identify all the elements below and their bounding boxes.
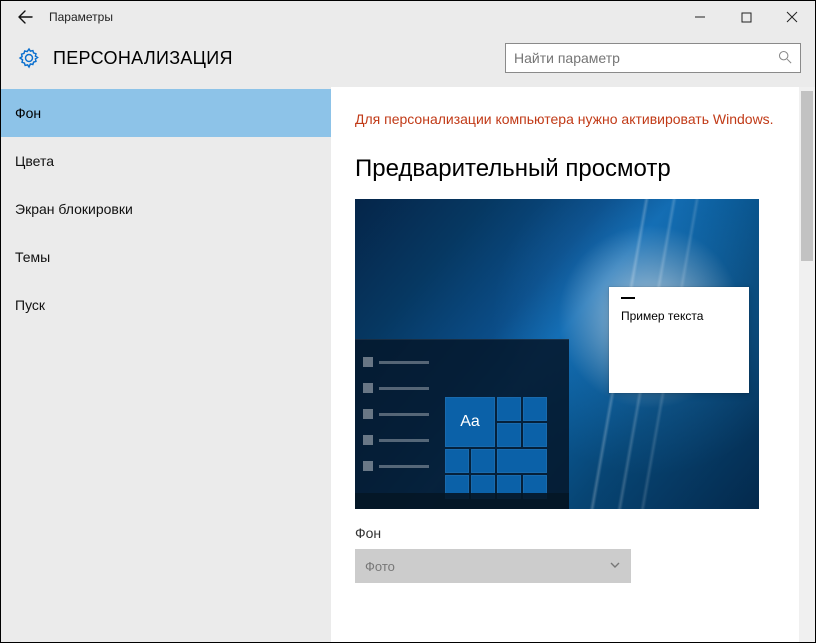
tile: [497, 423, 521, 447]
background-dropdown-value: Фото: [365, 559, 395, 574]
chevron-down-icon: [609, 558, 621, 574]
maximize-icon: [741, 12, 752, 23]
sidebar-item-background[interactable]: Фон: [1, 89, 331, 137]
search-box[interactable]: [505, 43, 801, 73]
titlebar: Параметры: [1, 1, 815, 33]
tile: [523, 423, 547, 447]
tile: [445, 449, 469, 473]
background-label: Фон: [355, 525, 775, 541]
sidebar-item-label: Цвета: [15, 153, 54, 169]
sidebar-item-label: Темы: [15, 249, 50, 265]
sidebar-item-label: Экран блокировки: [15, 201, 133, 217]
minimize-icon: [694, 11, 706, 23]
header: ПЕРСОНАЛИЗАЦИЯ: [1, 33, 815, 87]
tile: [497, 397, 521, 421]
sidebar-item-colors[interactable]: Цвета: [1, 137, 331, 185]
back-button[interactable]: [1, 1, 49, 33]
scrollbar-thumb[interactable]: [801, 91, 813, 261]
tile-aa: Aa: [445, 397, 495, 447]
window-title: Параметры: [49, 10, 113, 24]
close-icon: [786, 11, 798, 23]
scrollbar[interactable]: [799, 87, 815, 642]
tile: [497, 449, 547, 473]
back-arrow-icon: [17, 9, 33, 25]
sidebar-item-start[interactable]: Пуск: [1, 281, 331, 329]
maximize-button[interactable]: [723, 1, 769, 33]
sidebar: Фон Цвета Экран блокировки Темы Пуск: [1, 87, 331, 642]
content-wrap: Для персонализации компьютера нужно акти…: [331, 87, 815, 642]
search-input[interactable]: [514, 50, 774, 66]
search-icon: [774, 50, 792, 67]
sidebar-item-label: Фон: [15, 105, 41, 121]
preview-start-left-column: [363, 355, 429, 485]
close-button[interactable]: [769, 1, 815, 33]
preview-sample-window: Пример текста: [609, 287, 749, 393]
preview-tiles: Aa: [445, 397, 549, 501]
dash-icon: [621, 297, 635, 299]
settings-gear-icon: [15, 44, 43, 72]
sidebar-item-label: Пуск: [15, 297, 45, 313]
sidebar-item-themes[interactable]: Темы: [1, 233, 331, 281]
sample-text: Пример текста: [621, 309, 737, 323]
sidebar-item-lockscreen[interactable]: Экран блокировки: [1, 185, 331, 233]
section-title: ПЕРСОНАЛИЗАЦИЯ: [53, 48, 233, 69]
preview-start-panel: Aa: [355, 339, 569, 509]
background-dropdown[interactable]: Фото: [355, 549, 631, 583]
preview-taskbar: [355, 493, 569, 509]
tile: [523, 397, 547, 421]
minimize-button[interactable]: [677, 1, 723, 33]
preview-heading: Предварительный просмотр: [355, 155, 775, 183]
preview-image: Пример текста Aa: [355, 199, 759, 509]
tile: [471, 449, 495, 473]
content: Для персонализации компьютера нужно акти…: [331, 87, 799, 642]
body: Фон Цвета Экран блокировки Темы Пуск Для…: [1, 87, 815, 642]
activation-warning: Для персонализации компьютера нужно акти…: [355, 109, 775, 129]
